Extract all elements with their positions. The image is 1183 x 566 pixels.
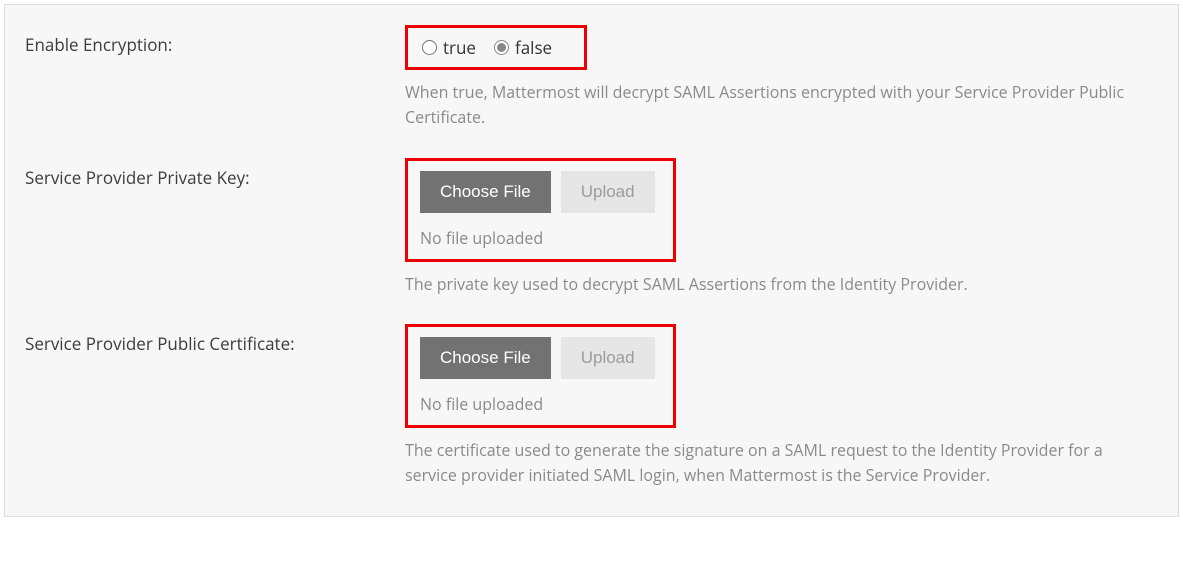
- control-col: Choose File Upload No file uploaded The …: [405, 324, 1158, 488]
- enable-encryption-radio-group: true false: [416, 34, 572, 61]
- label-col: Service Provider Private Key:: [25, 158, 405, 189]
- control-col: true false When true, Mattermost will de…: [405, 25, 1158, 130]
- enable-encryption-help: When true, Mattermost will decrypt SAML …: [405, 80, 1145, 130]
- choose-file-button[interactable]: Choose File: [420, 337, 551, 379]
- label-col: Service Provider Public Certificate:: [25, 324, 405, 355]
- settings-panel: Enable Encryption: true false When true,…: [4, 4, 1179, 517]
- highlight-box-public-cert: Choose File Upload No file uploaded: [405, 324, 676, 428]
- control-col: Choose File Upload No file uploaded The …: [405, 158, 1158, 297]
- row-public-cert: Service Provider Public Certificate: Cho…: [25, 324, 1158, 488]
- no-file-uploaded-text: No file uploaded: [420, 393, 655, 415]
- file-area-public-cert: Choose File Upload No file uploaded: [416, 333, 661, 419]
- private-key-help: The private key used to decrypt SAML Ass…: [405, 272, 1145, 297]
- file-area-private-key: Choose File Upload No file uploaded: [416, 167, 661, 253]
- private-key-label: Service Provider Private Key:: [25, 166, 250, 189]
- radio-true-label: true: [443, 36, 476, 59]
- button-row: Choose File Upload: [420, 171, 655, 213]
- radio-true-item[interactable]: true: [422, 36, 476, 59]
- upload-button[interactable]: Upload: [561, 337, 655, 379]
- public-cert-help: The certificate used to generate the sig…: [405, 438, 1145, 488]
- radio-false-item[interactable]: false: [494, 36, 552, 59]
- no-file-uploaded-text: No file uploaded: [420, 227, 655, 249]
- radio-false[interactable]: [494, 40, 509, 55]
- choose-file-button[interactable]: Choose File: [420, 171, 551, 213]
- row-enable-encryption: Enable Encryption: true false When true,…: [25, 25, 1158, 130]
- highlight-box-encryption: true false: [405, 25, 587, 70]
- highlight-box-private-key: Choose File Upload No file uploaded: [405, 158, 676, 262]
- upload-button[interactable]: Upload: [561, 171, 655, 213]
- radio-false-label: false: [515, 36, 552, 59]
- button-row: Choose File Upload: [420, 337, 655, 379]
- label-col: Enable Encryption:: [25, 25, 405, 56]
- public-cert-label: Service Provider Public Certificate:: [25, 332, 295, 355]
- enable-encryption-label: Enable Encryption:: [25, 33, 172, 56]
- row-private-key: Service Provider Private Key: Choose Fil…: [25, 158, 1158, 297]
- radio-true[interactable]: [422, 40, 437, 55]
